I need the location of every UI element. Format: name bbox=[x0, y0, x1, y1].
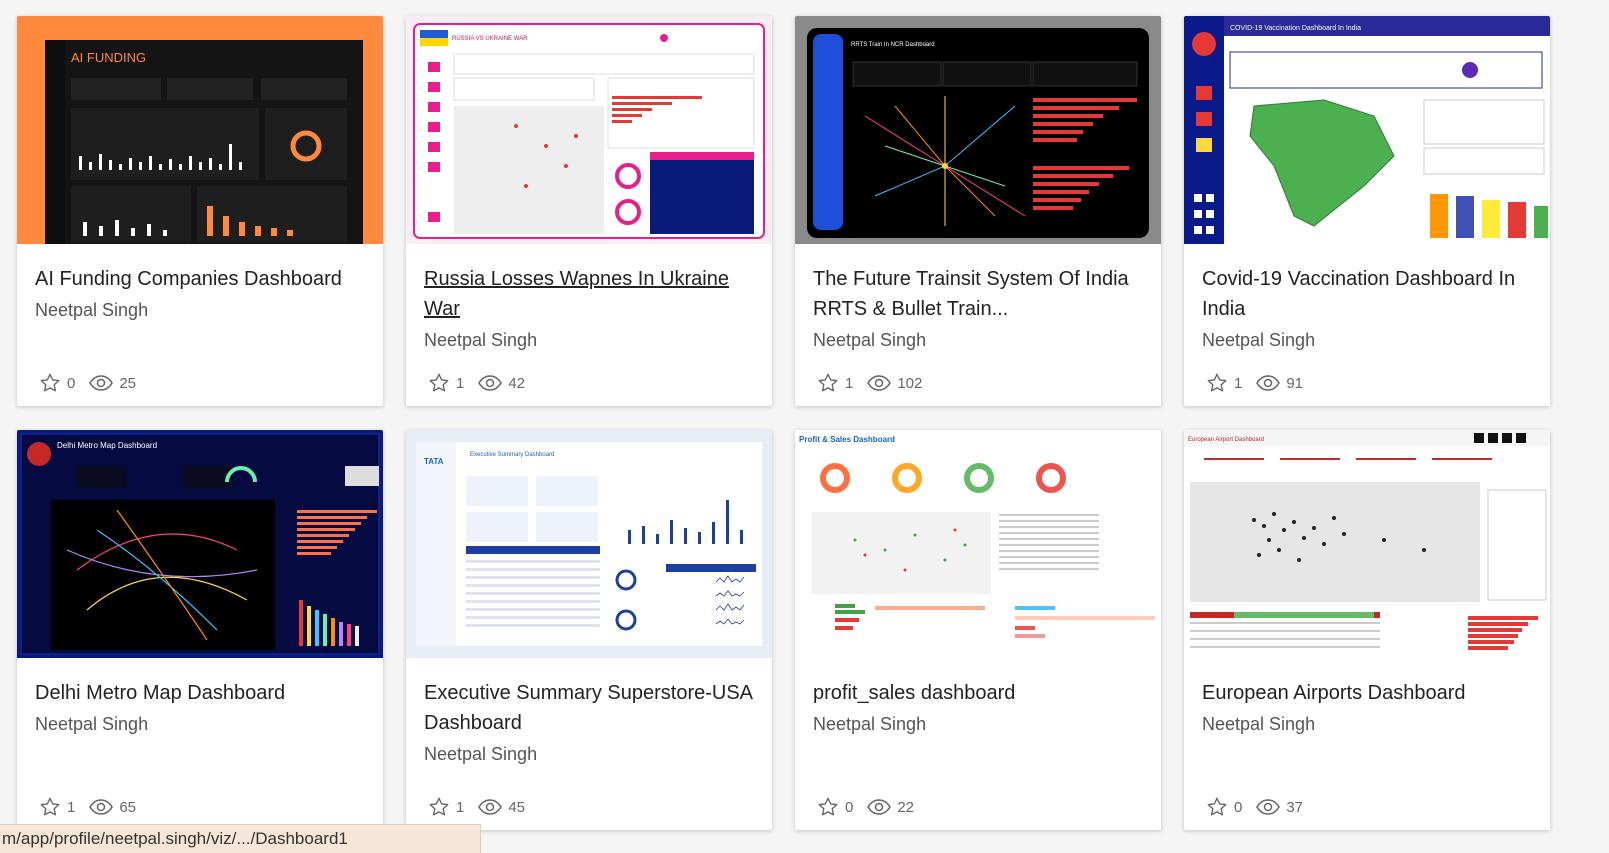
thumb-heading: Delhi Metro Map Dashboard bbox=[57, 441, 157, 450]
viz-gallery: AI FUNDING AI Funding Companies Dashboar… bbox=[0, 0, 1609, 853]
author-name[interactable]: Neetpal Singh bbox=[1202, 714, 1532, 735]
views-eye-icon bbox=[867, 799, 892, 815]
viz-title[interactable]: AI Funding Companies Dashboard bbox=[35, 264, 367, 294]
viz-title[interactable]: The Future Trainsit System Of India RRTS… bbox=[813, 264, 1145, 324]
views-count: 45 bbox=[508, 798, 526, 816]
views-count: 37 bbox=[1286, 798, 1304, 816]
viz-title[interactable]: profit_sales dashboard bbox=[813, 678, 1145, 708]
viz-title[interactable]: Executive Summary Superstore-USA Dashboa… bbox=[424, 678, 756, 738]
thumb-heading: Executive Summary Dashboard bbox=[470, 452, 554, 458]
viz-card[interactable]: European Airport Dashboard European Airp… bbox=[1184, 430, 1550, 830]
thumb-heading: AI FUNDING bbox=[71, 50, 146, 65]
viz-thumbnail[interactable]: Profit & Sales Dashboard bbox=[795, 430, 1161, 658]
viz-card[interactable]: COVID-19 Vaccination Dashboard In India … bbox=[1184, 16, 1550, 406]
views-eye-icon bbox=[478, 375, 503, 391]
favorites-count: 0 bbox=[845, 798, 854, 816]
favorite-star-icon[interactable] bbox=[39, 372, 61, 394]
views-eye-icon bbox=[1256, 799, 1281, 815]
favorite-star-icon[interactable] bbox=[428, 372, 450, 394]
author-name[interactable]: Neetpal Singh bbox=[424, 744, 754, 765]
favorite-star-icon[interactable] bbox=[817, 372, 839, 394]
viz-stats: 1 91 bbox=[1206, 372, 1317, 394]
link-status-bar: m/app/profile/neetpal.singh/viz/.../Dash… bbox=[0, 824, 481, 853]
viz-title[interactable]: Covid-19 Vaccination Dashboard In India bbox=[1202, 264, 1534, 324]
views-count: 102 bbox=[897, 374, 923, 392]
viz-stats: 0 25 bbox=[39, 372, 150, 394]
favorite-star-icon[interactable] bbox=[817, 796, 839, 818]
favorites-count: 0 bbox=[67, 374, 76, 392]
thumb-heading: RUSSIA VS UKRAINE WAR bbox=[452, 36, 528, 42]
author-name[interactable]: Neetpal Singh bbox=[424, 330, 754, 351]
viz-stats: 1 42 bbox=[428, 372, 539, 394]
favorite-star-icon[interactable] bbox=[39, 796, 61, 818]
viz-title[interactable]: Delhi Metro Map Dashboard bbox=[35, 678, 367, 708]
viz-stats: 0 22 bbox=[817, 796, 928, 818]
viz-title[interactable]: Russia Losses Wapnes In Ukraine War bbox=[424, 264, 756, 324]
viz-thumbnail[interactable]: Delhi Metro Map Dashboard bbox=[17, 430, 383, 658]
author-name[interactable]: Neetpal Singh bbox=[35, 714, 365, 735]
thumb-heading: COVID-19 Vaccination Dashboard In India bbox=[1230, 25, 1361, 32]
author-name[interactable]: Neetpal Singh bbox=[813, 714, 1143, 735]
views-count: 22 bbox=[897, 798, 915, 816]
views-eye-icon bbox=[89, 375, 114, 391]
views-eye-icon bbox=[867, 375, 892, 391]
thumb-heading: RRTS Train In NCR Dashboard bbox=[851, 42, 935, 48]
author-name[interactable]: Neetpal Singh bbox=[35, 300, 365, 321]
viz-stats: 1 45 bbox=[428, 796, 539, 818]
viz-card[interactable]: Profit & Sales Dashboard profit_sales da… bbox=[795, 430, 1161, 830]
favorites-count: 1 bbox=[456, 798, 465, 816]
favorites-count: 1 bbox=[845, 374, 854, 392]
views-eye-icon bbox=[1256, 375, 1281, 391]
author-name[interactable]: Neetpal Singh bbox=[813, 330, 1143, 351]
views-count: 25 bbox=[119, 374, 137, 392]
views-count: 65 bbox=[119, 798, 137, 816]
viz-card[interactable]: TATA Executive Summary Dashboard Executi… bbox=[406, 430, 772, 830]
viz-card[interactable]: RRTS Train In NCR Dashboard The Future T… bbox=[795, 16, 1161, 406]
thumb-heading: European Airport Dashboard bbox=[1188, 437, 1264, 443]
viz-thumbnail[interactable]: AI FUNDING bbox=[17, 16, 383, 244]
author-name[interactable]: Neetpal Singh bbox=[1202, 330, 1532, 351]
favorites-count: 1 bbox=[456, 374, 465, 392]
viz-card[interactable]: AI FUNDING AI Funding Companies Dashboar… bbox=[17, 16, 383, 406]
favorites-count: 1 bbox=[67, 798, 76, 816]
favorite-star-icon[interactable] bbox=[428, 796, 450, 818]
views-count: 42 bbox=[508, 374, 526, 392]
favorites-count: 0 bbox=[1234, 798, 1243, 816]
viz-title[interactable]: European Airports Dashboard bbox=[1202, 678, 1534, 708]
viz-thumbnail[interactable]: COVID-19 Vaccination Dashboard In India bbox=[1184, 16, 1550, 244]
thumb-heading: Profit & Sales Dashboard bbox=[799, 435, 895, 444]
viz-stats: 1 65 bbox=[39, 796, 150, 818]
viz-thumbnail[interactable]: RUSSIA VS UKRAINE WAR bbox=[406, 16, 772, 244]
favorites-count: 1 bbox=[1234, 374, 1243, 392]
viz-card[interactable]: Delhi Metro Map Dashboard Delhi Metro Ma… bbox=[17, 430, 383, 830]
viz-thumbnail[interactable]: TATA Executive Summary Dashboard bbox=[406, 430, 772, 658]
viz-thumbnail[interactable]: European Airport Dashboard bbox=[1184, 430, 1550, 658]
viz-thumbnail[interactable]: RRTS Train In NCR Dashboard bbox=[795, 16, 1161, 244]
viz-card[interactable]: RUSSIA VS UKRAINE WAR Russia Losses Wapn… bbox=[406, 16, 772, 406]
svg-text:TATA: TATA bbox=[424, 457, 444, 466]
favorite-star-icon[interactable] bbox=[1206, 796, 1228, 818]
favorite-star-icon[interactable] bbox=[1206, 372, 1228, 394]
views-eye-icon bbox=[89, 799, 114, 815]
views-eye-icon bbox=[478, 799, 503, 815]
views-count: 91 bbox=[1286, 374, 1304, 392]
viz-stats: 1 102 bbox=[817, 372, 936, 394]
viz-stats: 0 37 bbox=[1206, 796, 1317, 818]
